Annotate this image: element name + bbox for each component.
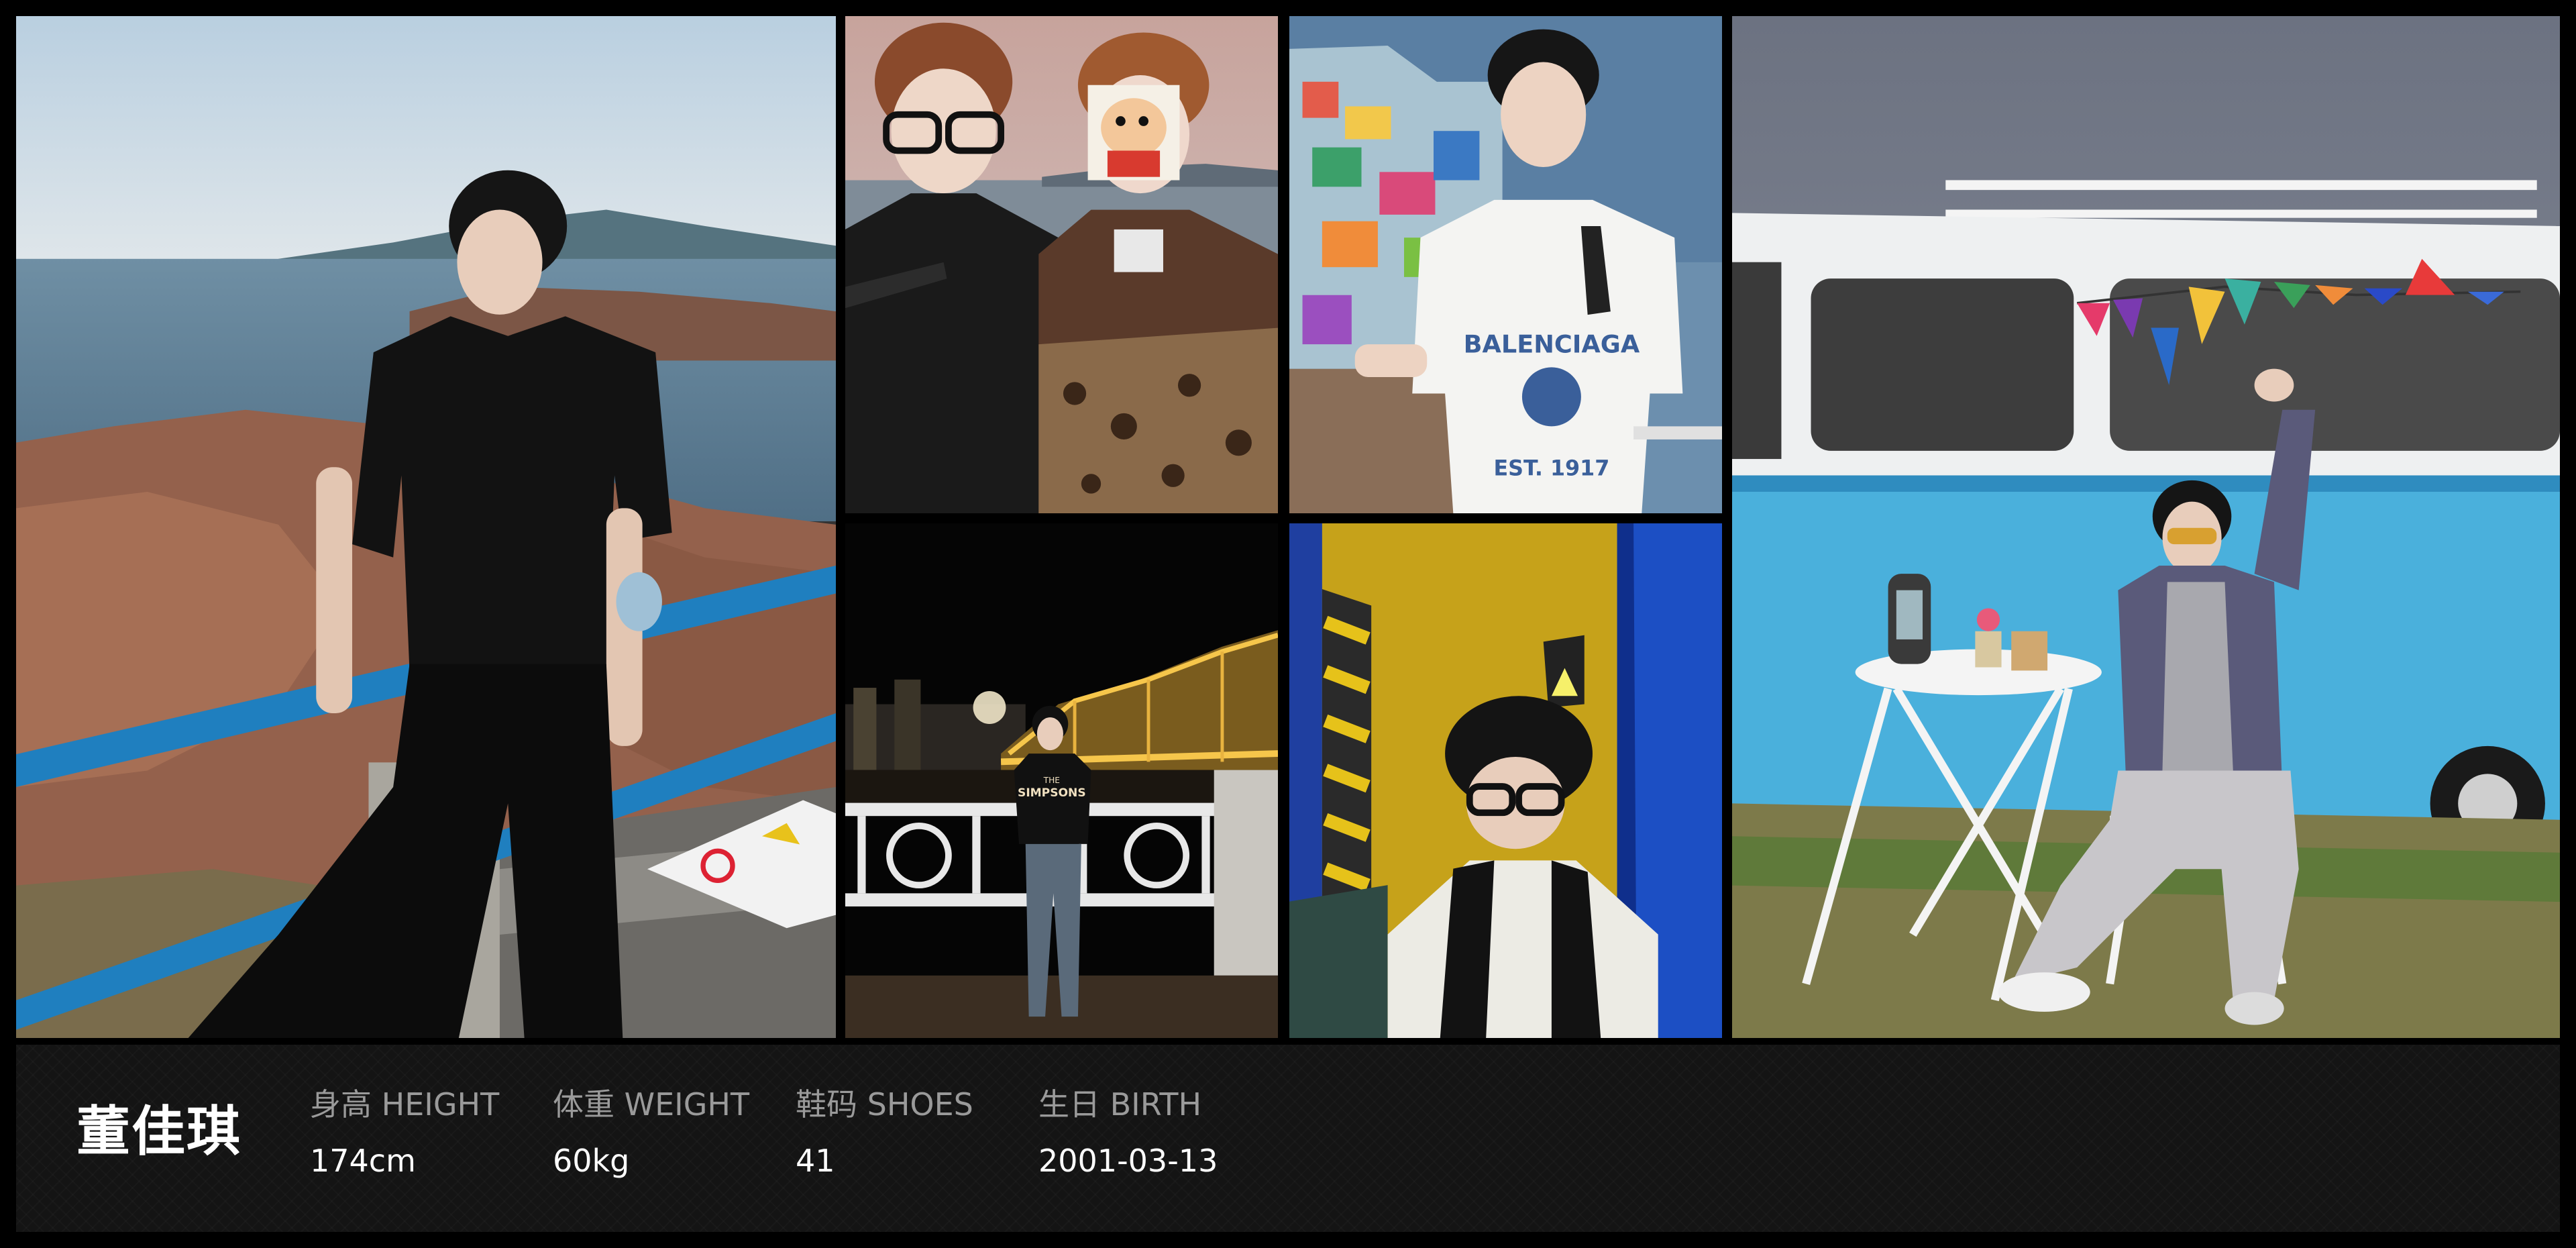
stat-shoes: 鞋码 SHOES 41 <box>796 1089 973 1176</box>
stat-weight-label: 体重 WEIGHT <box>553 1086 750 1123</box>
two-friends-image <box>845 16 1278 513</box>
shirt-text-bottom: SIMPSONS <box>1018 786 1086 800</box>
stat-birth-value: 2001-03-13 <box>1038 1143 1218 1179</box>
stat-birth-label: 生日 BIRTH <box>1038 1086 1202 1123</box>
night-bridge-image: THE SIMPSONS <box>845 523 1278 1038</box>
stat-weight-value: 60kg <box>553 1143 630 1179</box>
profile-card: BALENCIAGA EST. 1917 THE SIMPSONS 董佳琪 身高… <box>0 0 2576 1248</box>
shirt-text-top: THE <box>1043 776 1060 785</box>
stat-shoes-value: 41 <box>796 1143 835 1179</box>
stat-height-label: 身高 HEIGHT <box>310 1086 500 1123</box>
stat-height: 身高 HEIGHT 174cm <box>310 1089 499 1176</box>
stat-birth: 生日 BIRTH 2001-03-13 <box>1038 1089 1218 1176</box>
photo-night-bridge: THE SIMPSONS <box>845 523 1278 1038</box>
profile-name: 董佳琪 <box>76 1100 241 1163</box>
photo-two-friends <box>845 16 1278 513</box>
shirt-text-brand: BALENCIAGA <box>1464 329 1640 358</box>
shirt-text-year: EST. 1917 <box>1493 457 1609 481</box>
photo-seaside-standing <box>16 16 836 1038</box>
info-bar: 董佳琪 身高 HEIGHT 174cm 体重 WEIGHT 60kg 鞋码 SH… <box>16 1045 2560 1232</box>
photo-blue-bus <box>1732 16 2560 1038</box>
photo-yellow-wall <box>1289 523 1722 1038</box>
seaside-standing-image <box>16 16 836 1038</box>
blue-bus-image <box>1732 16 2560 1038</box>
stat-height-value: 174cm <box>310 1143 416 1179</box>
photo-balenciaga-tee: BALENCIAGA EST. 1917 <box>1289 16 1722 513</box>
balenciaga-tee-image: BALENCIAGA EST. 1917 <box>1289 16 1722 513</box>
stat-weight: 体重 WEIGHT 60kg <box>553 1089 749 1176</box>
stat-shoes-label: 鞋码 SHOES <box>796 1086 973 1123</box>
yellow-wall-image <box>1289 523 1722 1038</box>
